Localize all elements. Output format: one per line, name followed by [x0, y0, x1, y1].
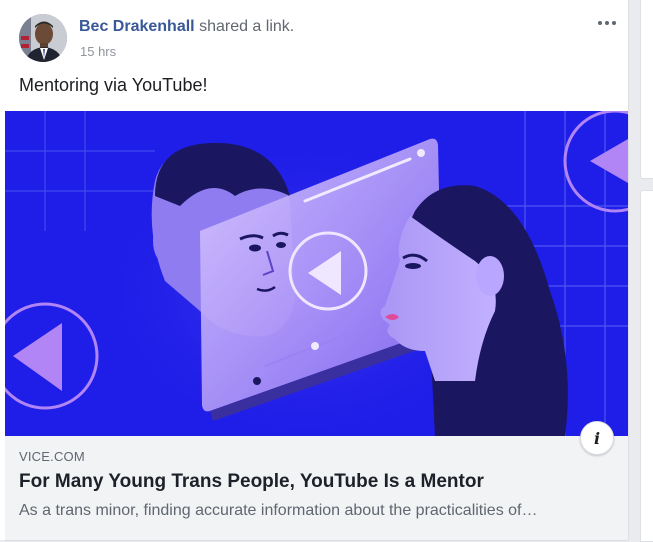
post-timestamp[interactable]: 15 hrs [80, 44, 116, 59]
feed-post: Bec Drakenhall shared a link. 15 hrs Men… [0, 0, 629, 541]
link-preview-footer[interactable]: VICE.COM For Many Young Trans People, Yo… [5, 436, 628, 541]
post-text: Mentoring via YouTube! [19, 75, 208, 95]
link-title[interactable]: For Many Young Trans People, YouTube Is … [19, 471, 484, 493]
link-preview-image[interactable] [5, 111, 628, 436]
info-icon: i [593, 428, 601, 448]
sidebar-card-bottom [640, 190, 653, 542]
info-button[interactable]: i [580, 421, 614, 455]
author-avatar[interactable] [19, 14, 67, 62]
youtube-mentor-illustration [5, 111, 628, 436]
link-domain: VICE.COM [19, 449, 85, 464]
author-name-link[interactable]: Bec Drakenhall [79, 18, 195, 35]
link-description: As a trans minor, finding accurate infor… [19, 502, 538, 519]
post-action-text: shared a link. [199, 18, 295, 35]
post-header-line: Bec Drakenhall shared a link. [79, 18, 294, 36]
more-options-icon [598, 21, 602, 25]
more-options-button[interactable] [594, 14, 620, 32]
avatar-photo [19, 14, 67, 62]
sidebar-card-top [640, 0, 653, 179]
